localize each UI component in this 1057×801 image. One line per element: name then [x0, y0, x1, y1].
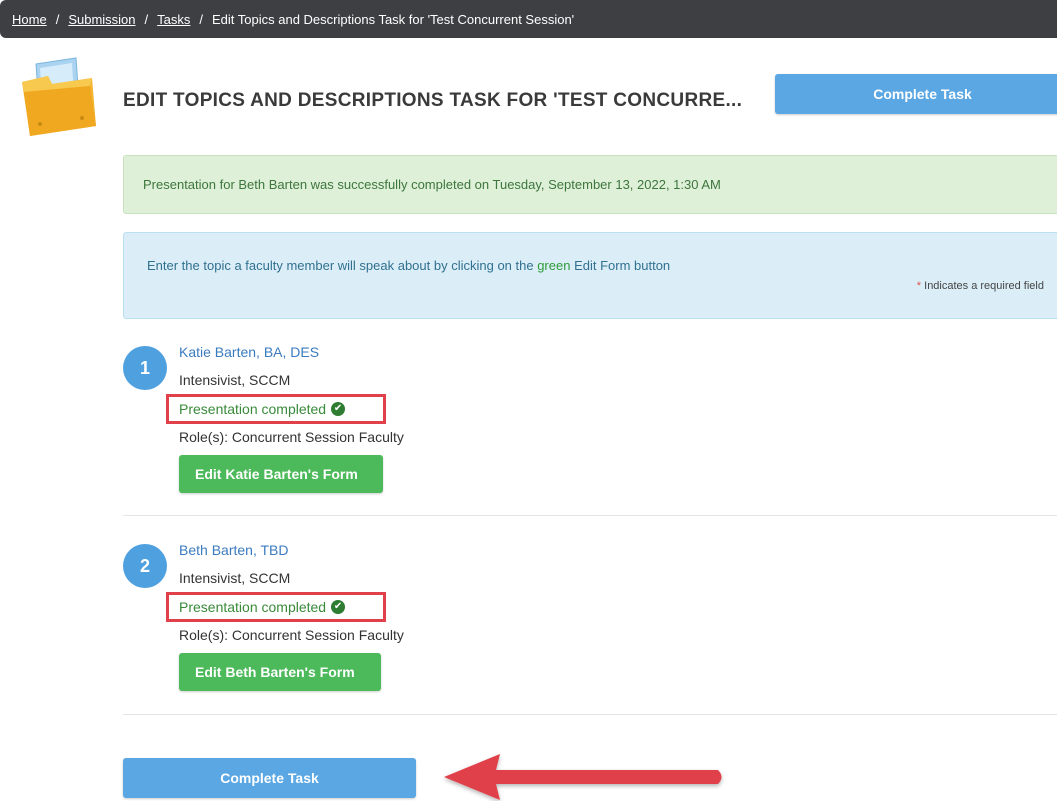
breadcrumb-tasks-link[interactable]: Tasks: [157, 12, 190, 27]
faculty-name-link[interactable]: Katie Barten, BA, DES: [179, 344, 319, 360]
required-field-note: * Indicates a required field: [917, 280, 1044, 292]
info-text-after: Edit Form button: [570, 258, 671, 273]
info-alert: Enter the topic a faculty member will sp…: [123, 232, 1057, 319]
info-text-before: Enter the topic a faculty member will sp…: [147, 258, 538, 273]
faculty-roles: Role(s): Concurrent Session Faculty: [179, 627, 404, 643]
faculty-item: 1 Katie Barten, BA, DES Intensivist, SCC…: [123, 342, 1057, 516]
required-text: Indicates a required field: [921, 280, 1044, 292]
faculty-item: 2 Beth Barten, TBD Intensivist, SCCM Pre…: [123, 540, 1057, 715]
breadcrumb-current: Edit Topics and Descriptions Task for 'T…: [212, 11, 575, 27]
breadcrumb-separator: /: [144, 11, 149, 27]
check-circle-icon: ✔: [331, 402, 346, 416]
arrow-left-icon: [438, 748, 728, 801]
breadcrumb-separator: /: [199, 11, 203, 27]
faculty-title: Intensivist, SCCM: [179, 570, 291, 586]
edit-form-button[interactable]: Edit Katie Barten's Form: [179, 455, 383, 493]
status-text: Presentation completed: [179, 599, 327, 615]
faculty-number-badge: 1: [123, 346, 167, 390]
faculty-number-badge: 2: [123, 544, 167, 588]
success-alert: Presentation for Beth Barten was success…: [123, 155, 1057, 214]
breadcrumb-home-link[interactable]: Home: [12, 12, 47, 27]
info-text-green: green: [537, 258, 571, 273]
status-text: Presentation completed: [179, 401, 327, 417]
complete-task-button-top[interactable]: Complete Task: [775, 74, 1057, 114]
faculty-title: Intensivist, SCCM: [179, 372, 291, 388]
faculty-roles: Role(s): Concurrent Session Faculty: [179, 429, 404, 445]
breadcrumb-submission-link[interactable]: Submission: [68, 12, 135, 27]
page-title: EDIT TOPICS AND DESCRIPTIONS TASK FOR 'T…: [123, 90, 743, 111]
breadcrumb-separator: /: [55, 11, 60, 27]
success-alert-text: Presentation for Beth Barten was success…: [143, 177, 721, 192]
faculty-name-link[interactable]: Beth Barten, TBD: [179, 542, 288, 558]
check-circle-icon: ✔: [331, 600, 346, 614]
edit-form-button[interactable]: Edit Beth Barten's Form: [179, 653, 381, 691]
info-alert-message: Enter the topic a faculty member will sp…: [147, 258, 670, 273]
breadcrumb: Home / Submission / Tasks / Edit Topics …: [0, 0, 1057, 38]
complete-task-button-bottom[interactable]: Complete Task: [123, 758, 416, 798]
presentation-status: Presentation completed ✔: [166, 394, 386, 424]
presentation-status: Presentation completed ✔: [166, 592, 386, 622]
folder-icon: [18, 56, 98, 138]
